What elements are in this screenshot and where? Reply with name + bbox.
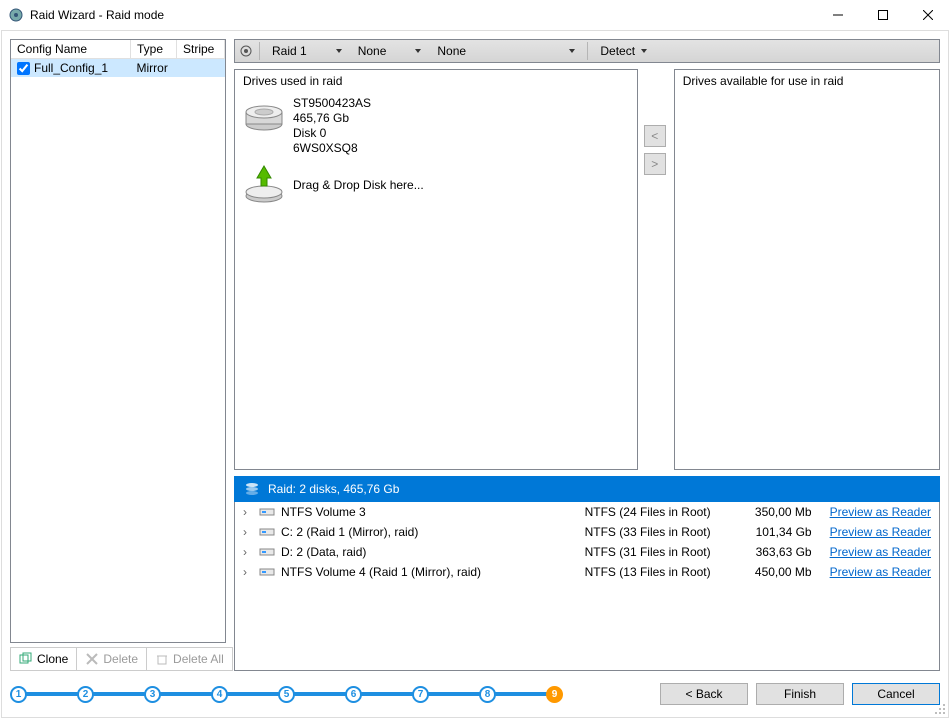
volume-icon xyxy=(259,524,275,540)
delete-button[interactable]: Delete xyxy=(77,647,147,671)
results-panel: Raid: 2 disks, 465,76 Gb › NTFS Volume 3… xyxy=(234,476,940,671)
toolbar: Raid 1 None None Detect xyxy=(234,39,940,63)
delete-all-button[interactable]: Delete All xyxy=(147,647,233,671)
volume-icon xyxy=(259,564,275,580)
chevron-right-icon[interactable]: › xyxy=(243,505,253,519)
maximize-button[interactable] xyxy=(860,0,905,30)
trash-icon xyxy=(155,652,169,666)
chevron-right-icon[interactable]: › xyxy=(243,565,253,579)
step-7[interactable]: 7 xyxy=(412,686,479,703)
step-5[interactable]: 5 xyxy=(278,686,345,703)
list-item[interactable]: › D: 2 (Data, raid) NTFS (31 Files in Ro… xyxy=(235,542,939,562)
preview-link[interactable]: Preview as Reader xyxy=(830,545,931,559)
step-2[interactable]: 2 xyxy=(77,686,144,703)
drop-hint: Drag & Drop Disk here... xyxy=(293,178,424,193)
titlebar: Raid Wizard - Raid mode xyxy=(0,0,950,30)
disk-stack-icon xyxy=(244,481,260,497)
detect-dropdown[interactable]: Detect xyxy=(594,44,653,58)
list-item[interactable]: › C: 2 (Raid 1 (Mirror), raid) NTFS (33 … xyxy=(235,522,939,542)
minimize-button[interactable] xyxy=(815,0,860,30)
delete-icon xyxy=(85,652,99,666)
config-row[interactable]: Full_Config_1 Mirror xyxy=(11,59,225,78)
drive-size: 465,76 Gb xyxy=(293,111,371,126)
chevron-right-icon[interactable]: › xyxy=(243,525,253,539)
drive-serial: 6WS0XSQ8 xyxy=(293,141,371,156)
back-button[interactable]: < Back xyxy=(660,683,748,705)
clone-button[interactable]: Clone xyxy=(11,647,77,671)
move-left-button[interactable]: < xyxy=(644,125,666,147)
app-icon xyxy=(8,7,24,23)
chevron-right-icon[interactable]: › xyxy=(243,545,253,559)
col-type[interactable]: Type xyxy=(131,40,177,59)
window-title: Raid Wizard - Raid mode xyxy=(30,8,815,22)
list-item[interactable]: › NTFS Volume 3 NTFS (24 Files in Root) … xyxy=(235,502,939,522)
gear-icon[interactable] xyxy=(239,44,253,58)
resize-grip-icon[interactable] xyxy=(934,703,946,715)
config-row-name: Full_Config_1 xyxy=(34,61,108,75)
raid-summary-text: Raid: 2 disks, 465,76 Gb xyxy=(268,482,399,496)
col-config-name[interactable]: Config Name xyxy=(11,40,131,59)
left-pane: Config Name Type Stripe Full_Config_1 Mi… xyxy=(10,39,226,671)
right-pane: Raid 1 None None Detect Drives used in r… xyxy=(234,39,940,671)
drive-item[interactable]: ST9500423AS 465,76 Gb Disk 0 6WS0XSQ8 xyxy=(235,92,637,160)
drop-arrow-icon xyxy=(243,164,285,206)
config-row-checkbox[interactable] xyxy=(17,62,30,75)
drives-available-panel: Drives available for use in raid xyxy=(674,69,940,470)
wizard-steps: 1 2 3 4 5 6 7 8 9 xyxy=(10,686,652,703)
step-6[interactable]: 6 xyxy=(345,686,412,703)
config-row-type: Mirror xyxy=(131,59,177,78)
clone-icon xyxy=(19,652,33,666)
volume-icon xyxy=(259,504,275,520)
drives-avail-header: Drives available for use in raid xyxy=(675,70,939,92)
step-8[interactable]: 8 xyxy=(479,686,546,703)
finish-button[interactable]: Finish xyxy=(756,683,844,705)
drive-disknum: Disk 0 xyxy=(293,126,371,141)
toolbar-dd2[interactable]: None xyxy=(431,44,581,58)
move-right-button[interactable]: > xyxy=(644,153,666,175)
step-4[interactable]: 4 xyxy=(211,686,278,703)
list-item[interactable]: › NTFS Volume 4 (Raid 1 (Mirror), raid) … xyxy=(235,562,939,582)
close-button[interactable] xyxy=(905,0,950,30)
config-list[interactable]: Config Name Type Stripe Full_Config_1 Mi… xyxy=(10,39,226,643)
col-stripe[interactable]: Stripe xyxy=(177,40,225,59)
volume-icon xyxy=(259,544,275,560)
raid-volume-list: › NTFS Volume 3 NTFS (24 Files in Root) … xyxy=(234,502,940,671)
preview-link[interactable]: Preview as Reader xyxy=(830,505,931,519)
drop-target[interactable]: Drag & Drop Disk here... xyxy=(235,160,637,210)
toolbar-dd1[interactable]: None xyxy=(352,44,428,58)
step-3[interactable]: 3 xyxy=(144,686,211,703)
step-1[interactable]: 1 xyxy=(10,686,77,703)
config-row-stripe xyxy=(177,59,225,78)
wizard-footer: 1 2 3 4 5 6 7 8 9 < Back Finish Cancel xyxy=(10,679,940,709)
drives-used-panel: Drives used in raid ST9500423AS 465,76 G… xyxy=(234,69,638,470)
raid-summary-bar[interactable]: Raid: 2 disks, 465,76 Gb xyxy=(234,476,940,502)
preview-link[interactable]: Preview as Reader xyxy=(830,525,931,539)
cancel-button[interactable]: Cancel xyxy=(852,683,940,705)
disk-icon xyxy=(243,96,285,138)
drive-model: ST9500423AS xyxy=(293,96,371,111)
preview-link[interactable]: Preview as Reader xyxy=(830,565,931,579)
drives-used-header: Drives used in raid xyxy=(235,70,637,92)
transfer-buttons: < > xyxy=(644,69,668,470)
raid-dropdown[interactable]: Raid 1 xyxy=(266,44,348,58)
step-9[interactable]: 9 xyxy=(546,686,566,703)
